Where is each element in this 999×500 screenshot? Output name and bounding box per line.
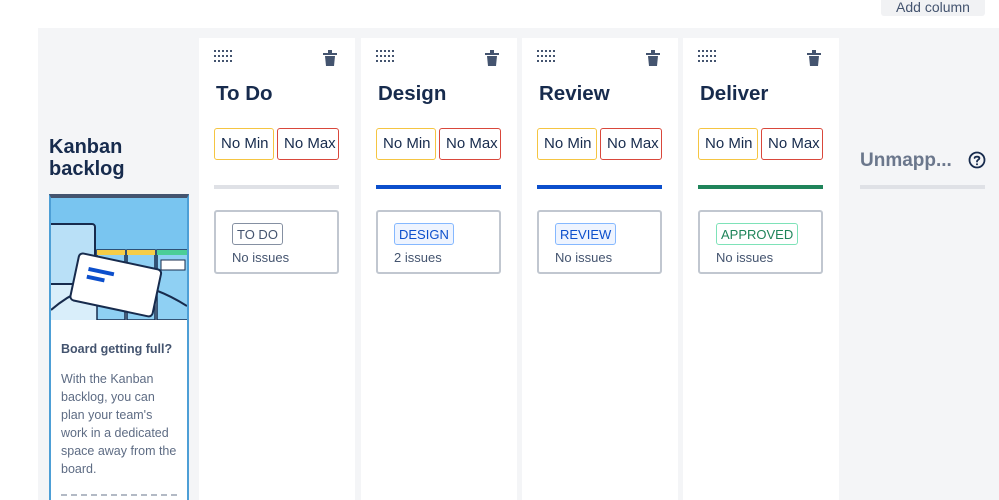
- drag-handle-icon[interactable]: [214, 50, 234, 62]
- trash-icon[interactable]: [807, 50, 821, 66]
- kanban-backlog-title: Kanban backlog: [49, 136, 125, 180]
- column-status-bar: [214, 185, 339, 189]
- status-lozenge: TO DO: [232, 223, 283, 245]
- drag-handle-icon[interactable]: [537, 50, 557, 62]
- issue-count: No issues: [232, 250, 290, 265]
- backlog-dropzone[interactable]: [61, 494, 177, 500]
- issue-count: No issues: [555, 250, 613, 265]
- column-max-field[interactable]: No Max: [439, 128, 501, 160]
- status-card[interactable]: TO DO No issues: [214, 210, 339, 274]
- unmapped-bar: [860, 185, 985, 189]
- backlog-card-heading: Board getting full?: [61, 342, 173, 356]
- status-card[interactable]: DESIGN 2 issues: [376, 210, 501, 274]
- column-name[interactable]: Deliver: [700, 82, 768, 106]
- kanban-backlog-card[interactable]: Board getting full? With the Kanban back…: [49, 194, 189, 500]
- status-lozenge: APPROVED: [716, 223, 799, 245]
- kanban-backlog-header: Kanban backlog: [49, 136, 189, 180]
- status-lozenge: DESIGN: [394, 223, 454, 245]
- drag-handle-icon[interactable]: [376, 50, 396, 62]
- status-lozenge: REVIEW: [555, 223, 617, 245]
- trash-icon[interactable]: [485, 50, 499, 66]
- trash-icon[interactable]: [323, 50, 337, 66]
- help-circle-icon[interactable]: [968, 151, 986, 169]
- drag-handle-icon[interactable]: [698, 50, 718, 62]
- column-min-field[interactable]: No Min: [537, 128, 597, 160]
- unmapped-statuses-column: Unmapp...: [860, 150, 986, 189]
- unmapped-title: Unmapp...: [860, 150, 952, 171]
- column-to-do[interactable]: To Do No Min No Max TO DO No issues: [199, 38, 355, 500]
- column-status-bar: [698, 185, 823, 189]
- column-min-field[interactable]: No Min: [376, 128, 436, 160]
- column-name[interactable]: Review: [539, 82, 610, 106]
- column-status-bar: [376, 185, 501, 189]
- backlog-illustration: [51, 198, 187, 320]
- column-min-field[interactable]: No Min: [698, 128, 758, 160]
- board-settings-page: Add column Kanban backlog Board getting …: [0, 0, 999, 500]
- add-column-button[interactable]: Add column: [881, 0, 985, 16]
- column-max-field[interactable]: No Max: [277, 128, 339, 160]
- trash-icon[interactable]: [646, 50, 660, 66]
- column-design[interactable]: Design No Min No Max DESIGN 2 issues: [361, 38, 517, 500]
- column-min-field[interactable]: No Min: [214, 128, 274, 160]
- column-name[interactable]: To Do: [216, 82, 273, 106]
- status-card[interactable]: APPROVED No issues: [698, 210, 823, 274]
- status-card[interactable]: REVIEW No issues: [537, 210, 662, 274]
- column-status-bar: [537, 185, 662, 189]
- issue-count: No issues: [716, 250, 774, 265]
- issue-count: 2 issues: [394, 250, 442, 265]
- backlog-card-text: With the Kanban backlog, you can plan yo…: [61, 372, 177, 476]
- column-review[interactable]: Review No Min No Max REVIEW No issues: [522, 38, 678, 500]
- column-max-field[interactable]: No Max: [600, 128, 662, 160]
- column-deliver[interactable]: Deliver No Min No Max APPROVED No issues: [683, 38, 839, 500]
- column-max-field[interactable]: No Max: [761, 128, 823, 160]
- column-name[interactable]: Design: [378, 82, 446, 106]
